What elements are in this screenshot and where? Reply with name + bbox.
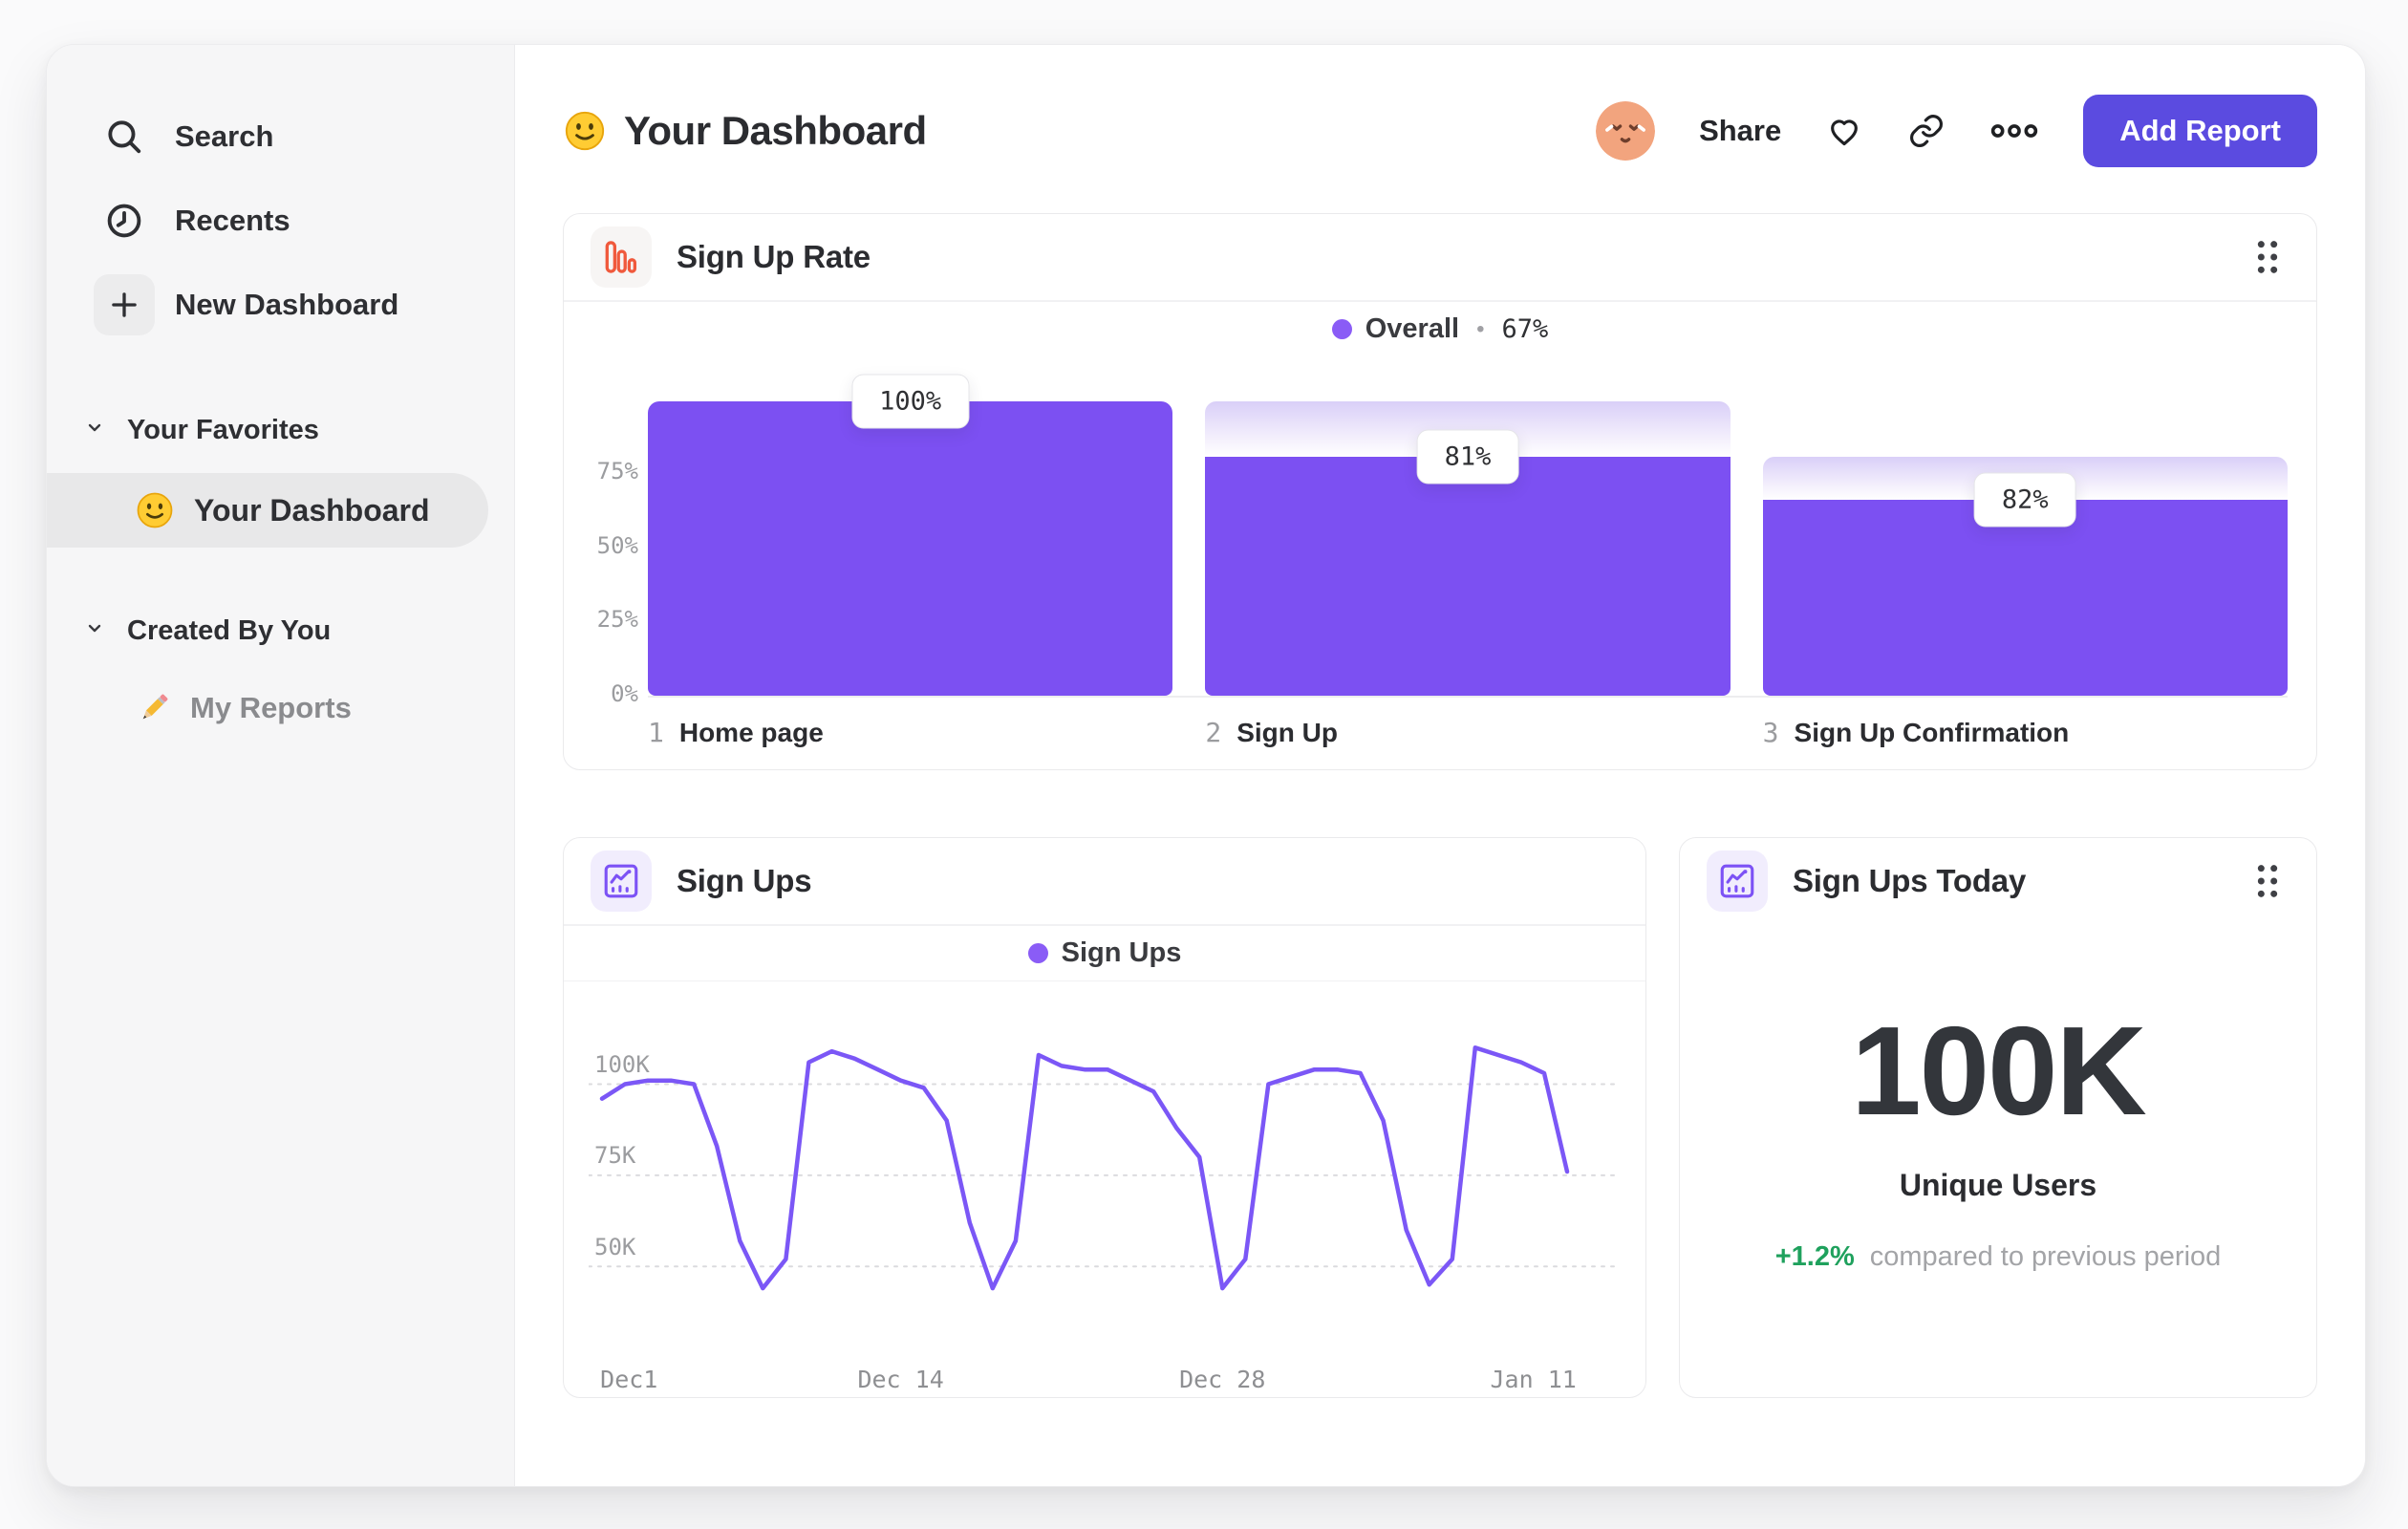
delta-context: compared to previous period <box>1869 1241 2222 1272</box>
sidebar: Search Recents New Dashboard Your Favori… <box>47 45 515 1486</box>
smiley-emoji <box>135 490 175 530</box>
y-tick-label: 25% <box>596 606 638 633</box>
user-avatar[interactable] <box>1596 101 1656 161</box>
sidebar-item-label: Recents <box>175 204 290 237</box>
sidebar-item-label: New Dashboard <box>175 288 399 321</box>
sidebar-item-search[interactable]: Search <box>47 95 514 179</box>
step-name: Sign Up <box>1236 717 1338 747</box>
big-number-label: Unique Users <box>1899 1168 2097 1202</box>
line-chart-icon <box>1707 851 1768 912</box>
y-tick-label: 0% <box>611 679 638 707</box>
app-window: Search Recents New Dashboard Your Favori… <box>46 44 2366 1487</box>
sidebar-item-my-reports[interactable]: My Reports <box>47 678 514 739</box>
x-tick-label: Dec1 <box>600 1365 658 1393</box>
legend-value: 67% <box>1501 314 1549 344</box>
search-icon <box>102 115 146 159</box>
delta-value: +1.2% <box>1774 1241 1855 1272</box>
step-name: Sign Up Confirmation <box>1794 717 2070 747</box>
y-tick-label: 75% <box>596 458 638 485</box>
card-title: Sign Up Rate <box>677 239 871 274</box>
legend-label: Sign Ups <box>1061 937 1182 968</box>
more-options-icon[interactable] <box>1989 112 2039 150</box>
funnel-bar-3[interactable]: 82% <box>1762 401 2288 696</box>
x-tick-label: Dec 14 <box>857 1365 944 1393</box>
drag-handle-icon[interactable] <box>2246 230 2290 284</box>
funnel-card-header: Sign Up Rate <box>564 214 2316 300</box>
funnel-step-label: 1 Home page <box>648 717 1172 748</box>
funnel-value-badge: 82% <box>1973 472 2076 528</box>
x-tick-label: Dec 28 <box>1179 1365 1266 1393</box>
sidebar-item-label: Search <box>175 119 274 153</box>
page-title: Your Dashboard <box>624 108 927 153</box>
page-header: Your Dashboard Share Add Report <box>563 95 2317 167</box>
sidebar-item-new-dashboard[interactable]: New Dashboard <box>47 263 514 347</box>
funnel-bar-2[interactable]: 81% <box>1205 400 1731 696</box>
copy-link-icon[interactable] <box>1907 112 1946 150</box>
clock-icon <box>102 199 146 243</box>
favorite-heart-icon[interactable] <box>1825 112 1863 150</box>
line-chart-svg <box>589 1044 1621 1290</box>
pencil-emoji <box>135 689 173 727</box>
funnel-value-badge: 100% <box>851 374 970 428</box>
funnel-legend: Overall • 67% <box>564 302 2316 357</box>
sign-ups-card: Sign Ups Sign Ups 100K 75K 50K Dec1 Dec 14 D… <box>563 837 1646 1398</box>
funnel-bar-fill <box>648 400 1173 696</box>
main-content: Your Dashboard Share Add Report Sign Up … <box>515 45 2365 1486</box>
line-chart-icon <box>591 851 652 912</box>
line-x-axis: Dec1 Dec 14 Dec 28 Jan 11 <box>589 1366 1621 1404</box>
step-name: Home page <box>678 717 824 747</box>
dashboard-title-emoji <box>563 109 607 153</box>
funnel-bar-1[interactable]: 100% <box>648 374 1173 696</box>
sidebar-item-label: My Reports <box>190 691 352 724</box>
funnel-y-axis: 75% 50% 25% 0% <box>579 401 648 707</box>
share-button[interactable]: Share <box>1699 114 1781 148</box>
step-number: 3 <box>1762 716 1779 748</box>
funnel-bar-fill <box>1762 500 2288 696</box>
drag-handle-icon[interactable] <box>2246 854 2290 908</box>
sidebar-item-recents[interactable]: Recents <box>47 179 514 263</box>
funnel-bars: 100% 81% 82% <box>648 374 2288 698</box>
sidebar-item-your-dashboard[interactable]: Your Dashboard <box>47 473 488 548</box>
chevron-down-icon <box>83 615 106 647</box>
line-chart-plot[interactable]: 100K 75K 50K <box>589 995 1621 1350</box>
funnel-chart-icon <box>591 226 652 288</box>
legend-separator: • <box>1476 315 1485 342</box>
delta-row: +1.2% compared to previous period <box>1680 1241 2316 1273</box>
funnel-chart: 75% 50% 25% 0% 100% 81% 82% <box>564 374 2316 707</box>
sign-up-rate-card: Sign Up Rate Overall • 67% 75% 50% 25% 0% <box>563 213 2317 770</box>
funnel-bar-fill <box>1205 457 1731 696</box>
funnel-step-label: 2 Sign Up <box>1205 717 1730 748</box>
legend-dot <box>1331 319 1352 339</box>
card-title: Sign Ups <box>677 863 812 898</box>
step-number: 2 <box>1205 716 1222 748</box>
section-title: Created By You <box>127 614 332 646</box>
line-legend: Sign Ups <box>564 926 1645 981</box>
legend-dot <box>1027 942 1048 963</box>
chevron-down-icon <box>83 415 106 446</box>
x-tick-label: Jan 11 <box>1490 1365 1577 1393</box>
sidebar-item-label: Your Dashboard <box>194 492 430 528</box>
big-number-value: 100K <box>1851 1001 2147 1141</box>
y-tick-label: 50% <box>596 531 638 559</box>
card-title: Sign Ups Today <box>1793 863 2027 898</box>
funnel-step-label: 3 Sign Up Confirmation <box>1763 717 2288 748</box>
sidebar-section-your-favorites[interactable]: Your Favorites <box>47 408 514 452</box>
add-report-button[interactable]: Add Report <box>2083 95 2317 167</box>
step-number: 1 <box>648 716 664 748</box>
funnel-value-badge: 81% <box>1416 429 1519 485</box>
line-card-header: Sign Ups <box>564 838 1645 924</box>
plus-icon <box>94 274 155 335</box>
section-title: Your Favorites <box>127 414 319 445</box>
header-actions: Share Add Report <box>1596 95 2317 167</box>
funnel-step-labels: 1 Home page 2 Sign Up 3 Sign Up Confirmation <box>564 717 2316 748</box>
sidebar-section-created-by-you[interactable]: Created By You <box>47 609 514 653</box>
legend-label: Overall <box>1365 313 1460 344</box>
sign-ups-today-card: Sign Ups Today 100K Unique Users +1.2% c… <box>1679 837 2317 1398</box>
bottom-row: Sign Ups Sign Ups 100K 75K 50K Dec1 Dec 14 D… <box>563 837 2317 1398</box>
today-card-header: Sign Ups Today <box>1680 838 2316 924</box>
